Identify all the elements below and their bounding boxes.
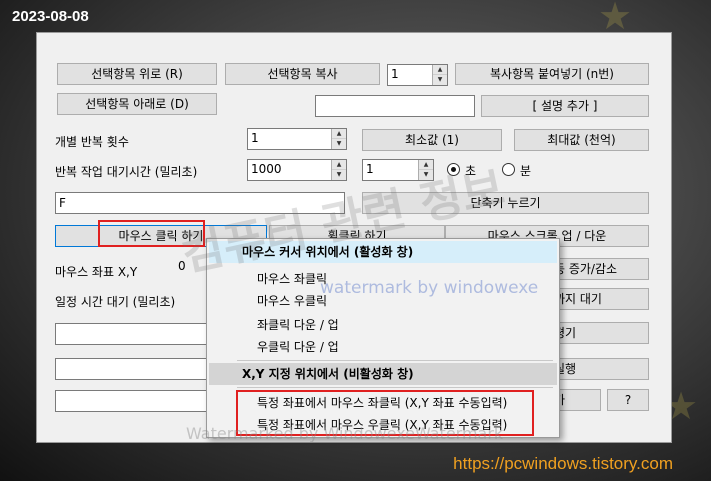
description-input[interactable] bbox=[315, 95, 475, 117]
mouse-coord-label: 마우스 좌표 X,Y bbox=[55, 265, 138, 279]
text-input-row2[interactable] bbox=[55, 358, 215, 380]
paste-n-button[interactable]: 복사항목 붙여넣기 (n번) bbox=[455, 63, 649, 85]
move-down-button[interactable]: 선택항목 아래로 (D) bbox=[57, 93, 217, 115]
spinner-arrows: ▲ ▼ bbox=[418, 160, 433, 180]
menu-item-right-down-up[interactable]: 우클릭 다운 / 업 bbox=[257, 339, 339, 355]
spin-up-icon[interactable]: ▲ bbox=[332, 160, 346, 170]
menu-separator bbox=[237, 360, 553, 361]
date-label: 2023-08-08 bbox=[12, 8, 89, 25]
menu-header-active: 마우스 커서 위치에서 (활성화 창) bbox=[209, 241, 557, 263]
site-url: https://pcwindows.tistory.com bbox=[453, 454, 673, 473]
repeat-wait-label: 반복 작업 대기시간 (밀리초) bbox=[55, 165, 198, 179]
copy-button[interactable]: 선택항목 복사 bbox=[225, 63, 380, 85]
copy-count-value: 1 bbox=[391, 67, 399, 81]
menu-separator bbox=[237, 387, 553, 388]
spinner-arrows: ▲ ▼ bbox=[331, 129, 346, 149]
radio-seconds[interactable] bbox=[447, 163, 460, 176]
mouse-x-value[interactable]: 0 bbox=[178, 259, 186, 273]
add-description-button[interactable]: [ 설명 추가 ] bbox=[481, 95, 649, 117]
auto-increment-button[interactable]: 동 증가/감소 bbox=[549, 258, 649, 280]
minutes-label: 분 bbox=[520, 164, 532, 178]
text-input-row3[interactable] bbox=[55, 390, 215, 412]
r5-button[interactable]: 평기 bbox=[549, 322, 649, 344]
menu-item-left-click[interactable]: 마우스 좌클릭 bbox=[257, 271, 327, 287]
highlight-box-xy bbox=[236, 390, 534, 436]
spin-down-icon[interactable]: ▼ bbox=[419, 170, 433, 180]
spin-down-icon[interactable]: ▼ bbox=[433, 75, 447, 85]
highlight-box-click bbox=[98, 220, 205, 247]
seconds-label: 초 bbox=[465, 164, 477, 178]
wait-time-label: 일정 시간 대기 (밀리초) bbox=[55, 295, 176, 309]
max-value-button[interactable]: 최대값 (천억) bbox=[514, 129, 649, 151]
spin-up-icon[interactable]: ▲ bbox=[419, 160, 433, 170]
min-value-button[interactable]: 최소값 (1) bbox=[362, 129, 502, 151]
wait-unit-value: 1 bbox=[366, 162, 374, 176]
spin-up-icon[interactable]: ▲ bbox=[433, 65, 447, 75]
repeat-count-label: 개별 반복 횟수 bbox=[55, 135, 129, 149]
repeat-count-spinner[interactable]: 1 ▲ ▼ bbox=[247, 128, 347, 150]
radio-minutes[interactable] bbox=[502, 163, 515, 176]
spin-down-icon[interactable]: ▼ bbox=[332, 170, 346, 180]
menu-header-inactive: X,Y 지정 위치에서 (비활성화 창) bbox=[209, 363, 557, 385]
menu-item-right-click[interactable]: 마우스 우클릭 bbox=[257, 293, 327, 309]
wait-ms-value: 1000 bbox=[251, 162, 282, 176]
spinner-arrows: ▲ ▼ bbox=[331, 160, 346, 180]
wait-until-button[interactable]: 까지 대기 bbox=[549, 288, 649, 310]
menu-item-left-down-up[interactable]: 좌클릭 다운 / 업 bbox=[257, 317, 339, 333]
run-button[interactable]: 실행 bbox=[549, 358, 649, 380]
copy-count-spinner[interactable]: 1 ▲ ▼ bbox=[387, 64, 448, 86]
move-up-button[interactable]: 선택항목 위로 (R) bbox=[57, 63, 217, 85]
repeat-count-value: 1 bbox=[251, 131, 259, 145]
spinner-arrows: ▲ ▼ bbox=[432, 65, 447, 85]
shortcut-button[interactable]: 단축키 누르기 bbox=[362, 192, 649, 214]
spin-down-icon[interactable]: ▼ bbox=[332, 139, 346, 149]
wait-unit-spinner[interactable]: 1 ▲ ▼ bbox=[362, 159, 434, 181]
spin-up-icon[interactable]: ▲ bbox=[332, 129, 346, 139]
help-button[interactable]: ? bbox=[607, 389, 649, 411]
shortcut-text-input[interactable]: F bbox=[55, 192, 345, 214]
text-input-row1[interactable] bbox=[55, 323, 215, 345]
wait-ms-spinner[interactable]: 1000 ▲ ▼ bbox=[247, 159, 347, 181]
